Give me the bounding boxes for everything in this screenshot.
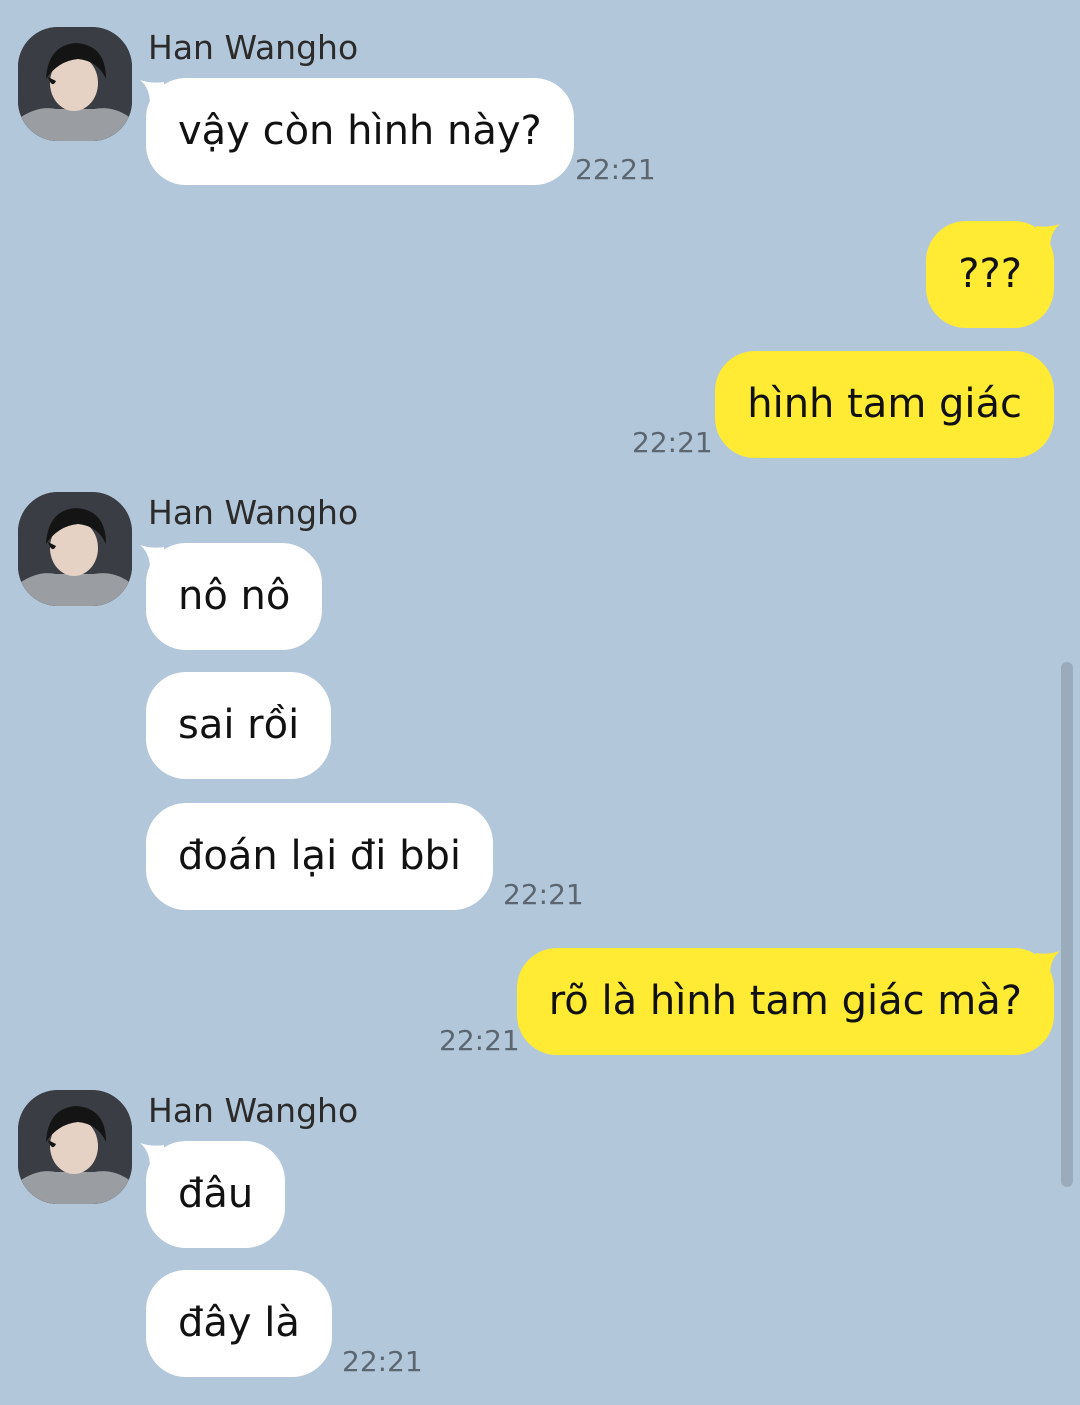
scrollbar[interactable]	[1061, 662, 1073, 1187]
avatar[interactable]	[18, 1090, 132, 1204]
message-bubble[interactable]: nô nô	[146, 543, 323, 650]
message-timestamp: 22:21	[632, 426, 713, 459]
message-bubble[interactable]: ???	[926, 221, 1054, 328]
sender-name: Han Wangho	[148, 493, 359, 532]
message-bubble[interactable]: sai rồi	[146, 672, 332, 779]
message-bubble[interactable]: đây là	[146, 1270, 332, 1377]
message-timestamp: 22:21	[439, 1024, 520, 1057]
avatar[interactable]	[18, 27, 132, 141]
message-bubble[interactable]: vậy còn hình này?	[146, 78, 574, 185]
message-timestamp: 22:21	[342, 1345, 423, 1378]
message-bubble[interactable]: rõ là hình tam giác mà?	[516, 948, 1054, 1055]
message-bubble[interactable]: đoán lại đi bbi	[146, 803, 494, 910]
avatar[interactable]	[18, 492, 132, 606]
message-timestamp: 22:21	[503, 878, 584, 911]
message-timestamp: 22:21	[575, 153, 656, 186]
message-bubble[interactable]: hình tam giác	[715, 351, 1054, 458]
sender-name: Han Wangho	[148, 1091, 359, 1130]
message-bubble[interactable]: đâu	[146, 1141, 286, 1248]
sender-name: Han Wangho	[148, 28, 359, 67]
